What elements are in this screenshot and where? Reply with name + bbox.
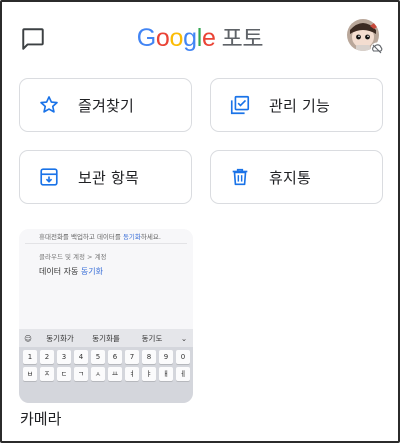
app-frame: Google 포토 즐겨찾기 관리 기능 보관 항목 휴지통 휴대전화를 백업하… <box>0 0 400 443</box>
keyboard-key: ㅛ <box>108 367 122 381</box>
keyboard-key: 9 <box>159 350 173 364</box>
utilities-button[interactable]: 관리 기능 <box>210 78 383 132</box>
keyboard-key: ㅐ <box>159 367 173 381</box>
profile-avatar[interactable] <box>346 18 384 56</box>
keyboard-key: 8 <box>142 350 156 364</box>
archive-icon <box>38 166 60 188</box>
logo-letter: o <box>169 24 184 52</box>
emoji-icon: ☺ <box>24 333 32 343</box>
preview-text-line2: 클라우드 및 계정 > 계정 <box>39 253 107 261</box>
logo-letter: G <box>136 24 156 52</box>
suggestion-2: 동기화를 <box>92 333 120 343</box>
keyboard-key: ㅅ <box>91 367 105 381</box>
trash-label: 휴지통 <box>269 168 312 187</box>
keyboard-key: ㅂ <box>23 367 37 381</box>
app-header: Google 포토 <box>2 2 398 68</box>
keyboard-key: ㄱ <box>74 367 88 381</box>
keyboard-preview: 1234567890 ㅂㅈㄷㄱㅅㅛㅕㅑㅐㅔ <box>19 347 193 403</box>
chevron-down-icon: ⌄ <box>180 333 188 343</box>
preview-text-line1: 휴대전화를 백업하고 데이터를 동기화하세요. <box>39 233 161 241</box>
logo-letter: o <box>155 24 170 52</box>
keyboard-key: 2 <box>40 350 54 364</box>
keyboard-key: 4 <box>74 350 88 364</box>
keyboard-row-letters: ㅂㅈㄷㄱㅅㅛㅕㅑㅐㅔ <box>23 367 190 381</box>
keyboard-key: ㅈ <box>40 367 54 381</box>
divider <box>25 243 187 244</box>
star-outline-icon <box>38 94 60 116</box>
keyboard-key: 5 <box>91 350 105 364</box>
screenshot-preview: 휴대전화를 백업하고 데이터를 동기화하세요. 클라우드 및 계정 > 계정 데… <box>19 229 193 329</box>
google-logo: Google <box>137 23 216 52</box>
keyboard-key: ㄷ <box>57 367 71 381</box>
preview-text-line3: 데이터 자동 동기화 <box>39 267 103 276</box>
suggestion-1: 동기화가 <box>46 333 74 343</box>
archive-label: 보관 항목 <box>78 168 139 187</box>
trash-button[interactable]: 휴지통 <box>210 150 383 204</box>
keyboard-row-numbers: 1234567890 <box>23 350 190 364</box>
keyboard-key: 7 <box>125 350 139 364</box>
keyboard-key: 6 <box>108 350 122 364</box>
keyboard-key: 3 <box>57 350 71 364</box>
trash-icon <box>229 166 251 188</box>
keyboard-key: 0 <box>176 350 190 364</box>
album-thumbnail-camera[interactable]: 휴대전화를 백업하고 데이터를 동기화하세요. 클라우드 및 계정 > 계정 데… <box>19 229 193 403</box>
title-suffix: 포토 <box>221 26 264 52</box>
keyboard-key: 1 <box>23 350 37 364</box>
logo-letter: e <box>201 24 216 52</box>
checked-stack-icon <box>229 94 251 116</box>
page-title: Google 포토 <box>2 22 398 55</box>
album-title-camera[interactable]: 카메라 <box>20 408 61 429</box>
favorites-label: 즐겨찾기 <box>78 96 135 115</box>
keyboard-suggestion-bar: ☺ 동기화가 동기화를 동기도 ⌄ <box>19 329 193 347</box>
keyboard-key: ㅑ <box>142 367 156 381</box>
suggestion-3: 동기도 <box>141 333 163 343</box>
keyboard-key: ㅔ <box>176 367 190 381</box>
logo-letter: g <box>183 24 197 52</box>
favorites-button[interactable]: 즐겨찾기 <box>19 78 192 132</box>
utilities-label: 관리 기능 <box>269 96 330 115</box>
archive-button[interactable]: 보관 항목 <box>19 150 192 204</box>
keyboard-key: ㅕ <box>125 367 139 381</box>
